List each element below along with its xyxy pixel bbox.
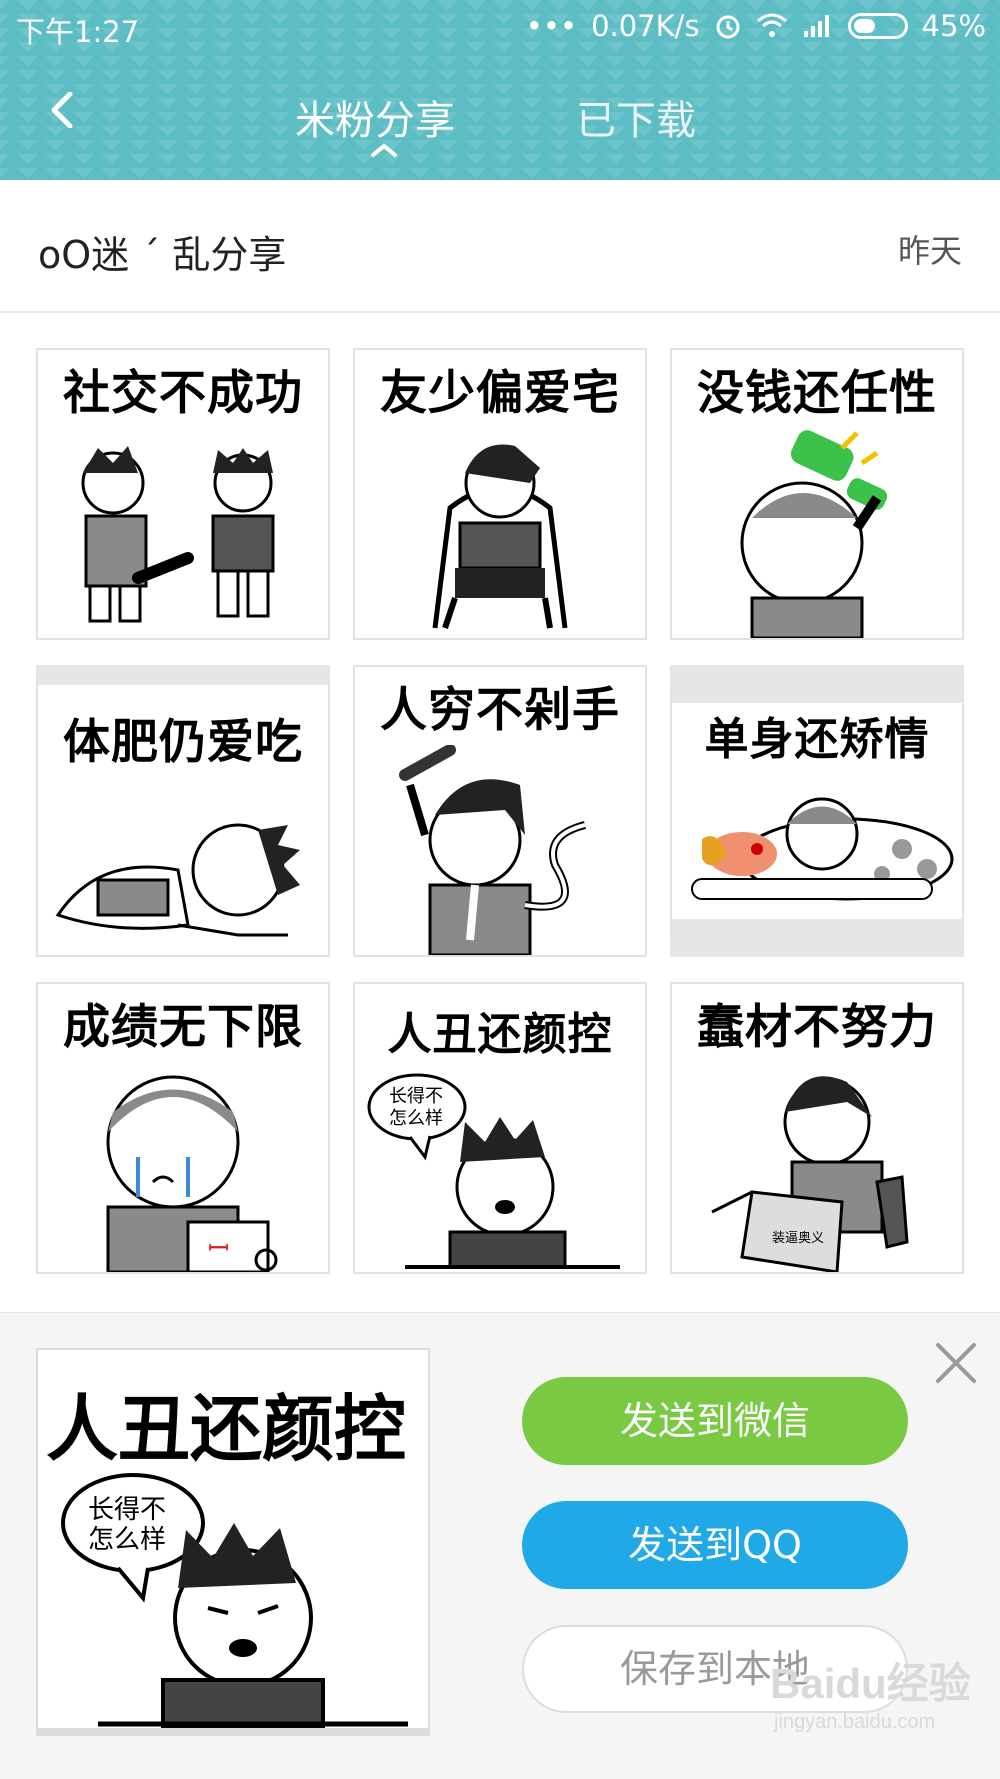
status-bar: 下午1:27 ••• 0.07K/s 45% [0, 0, 1000, 54]
sticker-caption: 没钱还任性 [697, 366, 937, 421]
alarm-icon [716, 15, 740, 39]
battery-icon [847, 13, 908, 39]
sticker-illustration: 装逼奥义 [711, 1076, 909, 1272]
sticker-caption: 体肥仍爱吃 [63, 715, 303, 770]
sticker-caption: 成绩无下限 [63, 1000, 303, 1055]
svg-text:ꟷ: ꟷ [208, 1234, 229, 1264]
svg-text:长得不: 长得不 [88, 1495, 166, 1525]
sticker-item[interactable]: 成绩无下限 ꟷ [36, 982, 330, 1274]
status-time: 下午1:27 [16, 15, 140, 49]
tab-mifen-share[interactable]: 米粉分享 [295, 88, 455, 146]
preview-caption: 人丑还颜控 [46, 1387, 407, 1471]
sticker-illustration [399, 745, 587, 955]
sticker-illustration [55, 823, 300, 937]
back-arrow-icon[interactable] [44, 92, 80, 128]
preview-illustration: 长得不 怎么样 [61, 1473, 408, 1728]
sticker-item[interactable]: 体肥仍爱吃 [36, 665, 330, 957]
status-right: ••• 0.07K/s 45% [526, 9, 986, 43]
sticker-illustration [740, 430, 888, 638]
sticker-preview: 人丑还颜控 长得不 怎么样 [36, 1348, 430, 1736]
signal-icon [803, 15, 829, 37]
svg-text:怎么样: 怎么样 [389, 1108, 443, 1129]
app-header: 下午1:27 ••• 0.07K/s 45% 米粉分享 已下载 [0, 0, 1000, 180]
svg-text:怎么样: 怎么样 [88, 1525, 166, 1555]
share-action-panel: 人丑还颜控 长得不 怎么样 发送到微信 发送到QQ 保存到本地 [0, 1312, 1000, 1779]
svg-text:长得不: 长得不 [389, 1086, 443, 1107]
sticker-illustration: ꟷ [106, 1075, 278, 1272]
share-author-row: oO迷 ´ 乱分享 昨天 [0, 180, 1000, 313]
sticker-caption: 单身还矫情 [704, 714, 930, 765]
author-name[interactable]: oO迷 ´ 乱分享 [38, 224, 286, 279]
sticker-item[interactable]: 人丑还颜控 长得不 怎么样 [353, 982, 647, 1274]
network-speed: 0.07K/s [591, 9, 700, 43]
chevron-up-icon [371, 143, 397, 157]
battery-percent: 45% [921, 9, 986, 43]
sticker-caption: 人丑还颜控 [387, 1009, 613, 1060]
sticker-illustration [81, 446, 275, 623]
send-to-qq-button[interactable]: 发送到QQ [522, 1501, 908, 1589]
sticker-caption: 人穷不剁手 [380, 683, 620, 738]
tab-downloaded[interactable]: 已下载 [576, 88, 696, 146]
sticker-caption: 社交不成功 [63, 366, 303, 421]
sticker-item[interactable]: 友少偏爱宅 [353, 348, 647, 640]
dots-icon: ••• [525, 9, 578, 43]
wifi-icon [756, 13, 787, 37]
sticker-illustration [432, 444, 568, 629]
sticker-illustration [691, 797, 954, 901]
send-to-wechat-button[interactable]: 发送到微信 [522, 1377, 908, 1465]
sticker-illustration: 长得不 怎么样 [367, 1073, 620, 1269]
sticker-item[interactable]: 社交不成功 [36, 348, 330, 640]
sticker-caption: 友少偏爱宅 [380, 366, 620, 421]
book-title: 装逼奥义 [772, 1231, 824, 1246]
sticker-caption: 蠢材不努力 [697, 1000, 937, 1055]
save-to-local-button[interactable]: 保存到本地 [522, 1625, 908, 1713]
sticker-item[interactable]: 人穷不剁手 [353, 665, 647, 957]
sticker-item[interactable]: 单身还矫情 [670, 665, 964, 957]
close-icon[interactable] [934, 1341, 978, 1385]
post-date: 昨天 [897, 232, 962, 270]
sticker-item[interactable]: 没钱还任性 [670, 348, 964, 640]
sticker-item[interactable]: 蠢材不努力 装逼奥义 [670, 982, 964, 1274]
